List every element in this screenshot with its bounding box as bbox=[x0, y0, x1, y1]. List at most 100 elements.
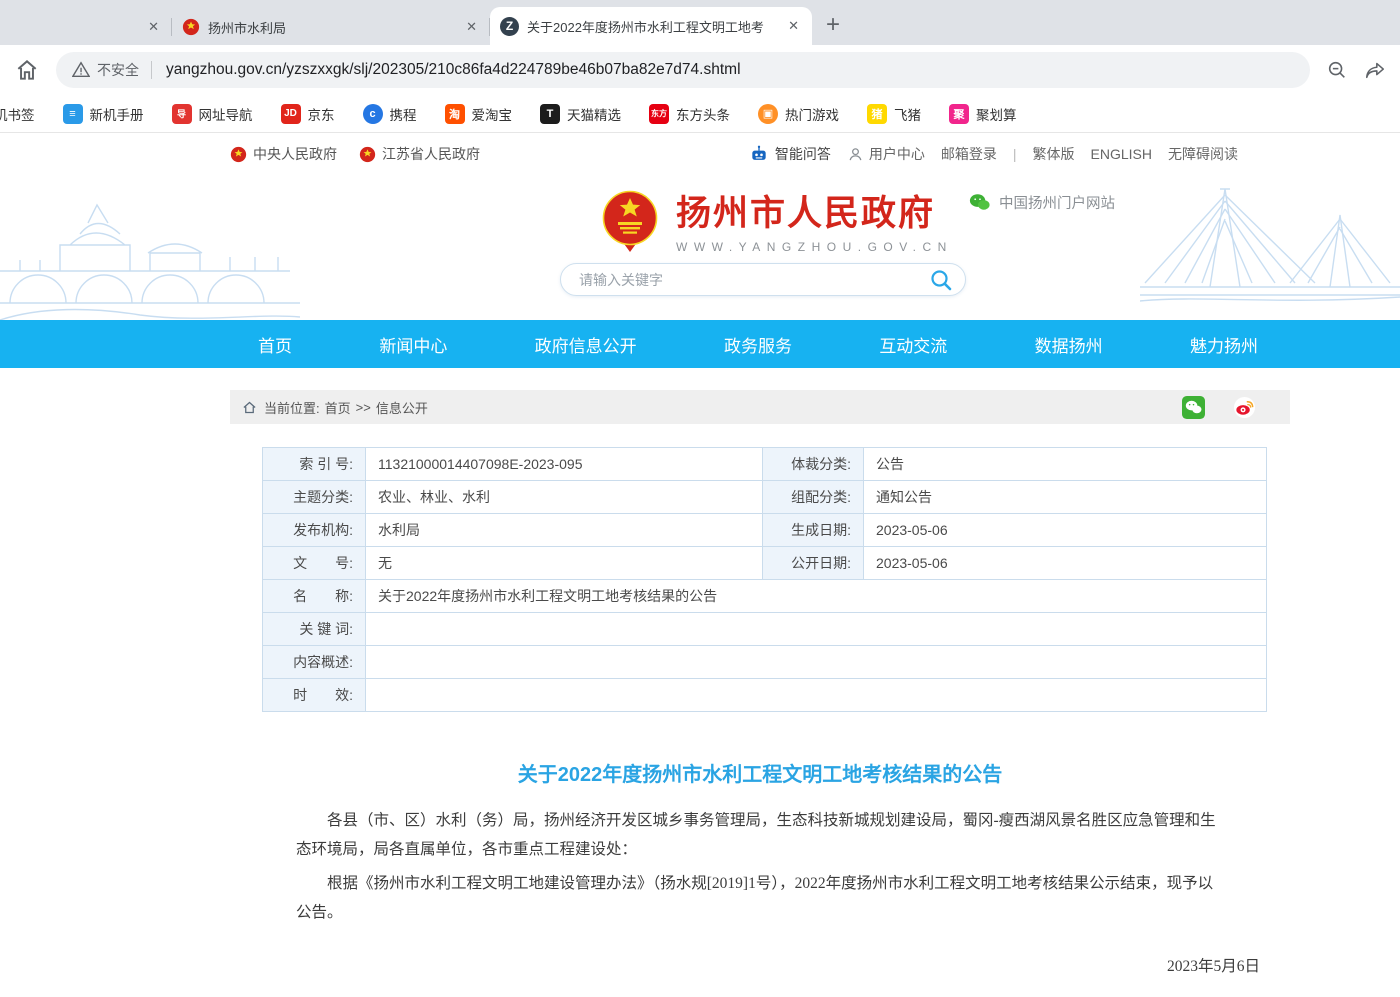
bookmark-label: 东方头条 bbox=[676, 104, 730, 124]
new-tab-button[interactable]: + bbox=[826, 11, 840, 39]
table-row: 时 效: bbox=[263, 679, 1267, 712]
bookmark-item[interactable]: T 天猫精选 bbox=[526, 104, 635, 124]
table-row: 文 号: 无 公开日期: 2023-05-06 bbox=[263, 547, 1267, 580]
breadcrumb-home-link[interactable]: 首页 bbox=[325, 398, 351, 417]
portal-label[interactable]: 中国扬州门户网站 bbox=[968, 191, 1115, 214]
nav-site-icon: 导 bbox=[172, 104, 192, 124]
bridge-sketch-left bbox=[0, 175, 300, 320]
url-text[interactable]: yangzhou.gov.cn/yzszxxgk/slj/202305/210c… bbox=[166, 61, 741, 79]
central-gov-label: 中央人民政府 bbox=[253, 144, 337, 164]
bookmark-item[interactable]: 猪 飞猪 bbox=[853, 104, 935, 124]
close-tab-icon[interactable]: ✕ bbox=[785, 18, 802, 34]
central-gov-link[interactable]: 中央人民政府 bbox=[230, 144, 337, 164]
national-emblem-logo bbox=[598, 188, 662, 252]
site-logo[interactable]: 扬州市人民政府 WWW.YANGZHOU.GOV.CN bbox=[598, 185, 953, 254]
article-body: 各县（市、区）水利（务）局，扬州经济开发区城乡事务管理局，生态科技新城规划建设局… bbox=[296, 807, 1228, 928]
english-link[interactable]: ENGLISH bbox=[1091, 146, 1152, 162]
bookmark-item[interactable]: 淘 爱淘宝 bbox=[431, 104, 527, 124]
security-label[interactable]: 不安全 bbox=[97, 60, 139, 80]
share-icon[interactable] bbox=[1364, 59, 1386, 81]
weibo-share-icon[interactable] bbox=[1233, 396, 1256, 419]
bookmark-item[interactable]: ≡ 新机手册 bbox=[49, 104, 158, 124]
nav-services[interactable]: 政务服务 bbox=[724, 332, 792, 357]
national-emblem-favicon bbox=[182, 18, 200, 36]
wechat-share-icon[interactable] bbox=[1182, 396, 1205, 419]
zoom-out-icon[interactable] bbox=[1326, 59, 1348, 81]
games-icon: ▣ bbox=[758, 104, 778, 124]
table-row: 主题分类: 农业、林业、水利 组配分类: 通知公告 bbox=[263, 481, 1267, 514]
table-row: 发布机构: 水利局 生成日期: 2023-05-06 bbox=[263, 514, 1267, 547]
bookmark-item[interactable]: ▣ 热门游戏 bbox=[744, 104, 853, 124]
table-row: 索 引 号: 11321000014407098E-2023-095 体裁分类:… bbox=[263, 448, 1267, 481]
nav-charm[interactable]: 魅力扬州 bbox=[1190, 332, 1258, 357]
nav-info-disclosure[interactable]: 政府信息公开 bbox=[535, 332, 637, 357]
bridge-sketch-right bbox=[1140, 175, 1400, 320]
main-nav: 首页 新闻中心 政府信息公开 政务服务 互动交流 数据扬州 魅力扬州 bbox=[0, 320, 1400, 368]
tab-water-bureau[interactable]: 扬州市水利局 ✕ bbox=[172, 9, 490, 45]
wechat-icon bbox=[968, 191, 991, 214]
user-center-link[interactable]: 用户中心 bbox=[847, 144, 925, 164]
browser-tab-strip: ✕ 扬州市水利局 ✕ Z 关于2022年度扬州市水利工程文明工地考 ✕ + bbox=[0, 0, 1400, 45]
meta-label: 主题分类: bbox=[263, 481, 366, 514]
bookmark-item[interactable]: 机书签 bbox=[0, 104, 49, 124]
meta-value-created-date: 2023-05-06 bbox=[864, 514, 1267, 547]
nav-news[interactable]: 新闻中心 bbox=[379, 332, 447, 357]
bookmark-label: 新机手册 bbox=[90, 104, 144, 124]
mail-login-link[interactable]: 邮箱登录 bbox=[941, 144, 997, 164]
browser-toolbar: 不安全 yangzhou.gov.cn/yzszxxgk/slj/202305/… bbox=[0, 45, 1400, 95]
bookmark-label: 聚划算 bbox=[976, 104, 1017, 124]
search-box[interactable] bbox=[560, 263, 966, 296]
home-small-icon[interactable] bbox=[242, 400, 257, 415]
tmall-icon: T bbox=[540, 104, 560, 124]
breadcrumb-prefix: 当前位置: bbox=[264, 398, 320, 417]
bookmarks-bar: 机书签 ≡ 新机手册 导 网址导航 JD 京东 c 携程 淘 爱淘宝 T 天猫精… bbox=[0, 95, 1400, 133]
user-icon bbox=[847, 146, 864, 163]
taobao-icon: 淘 bbox=[445, 104, 465, 124]
bookmark-item[interactable]: 东方 东方头条 bbox=[635, 104, 744, 124]
manual-icon: ≡ bbox=[63, 104, 83, 124]
divider: | bbox=[1013, 146, 1017, 162]
address-bar[interactable]: 不安全 yangzhou.gov.cn/yzszxxgk/slj/202305/… bbox=[56, 52, 1310, 88]
jiangsu-gov-link[interactable]: 江苏省人民政府 bbox=[359, 144, 480, 164]
search-icon[interactable] bbox=[929, 268, 953, 292]
close-tab-icon[interactable]: ✕ bbox=[463, 19, 480, 35]
accessibility-link[interactable]: 无障碍阅读 bbox=[1168, 144, 1238, 164]
tab-title: 关于2022年度扬州市水利工程文明工地考 bbox=[527, 17, 777, 36]
user-center-label: 用户中心 bbox=[869, 144, 925, 164]
meta-value-publisher: 水利局 bbox=[366, 514, 763, 547]
ctrip-icon: c bbox=[363, 104, 383, 124]
nav-data[interactable]: 数据扬州 bbox=[1035, 332, 1103, 357]
smart-qa-link[interactable]: 智能问答 bbox=[749, 144, 831, 164]
bookmark-item[interactable]: c 携程 bbox=[349, 104, 431, 124]
bookmark-item[interactable]: 导 网址导航 bbox=[158, 104, 267, 124]
bookmark-label: 天猫精选 bbox=[567, 104, 621, 124]
robot-icon bbox=[749, 144, 769, 164]
bookmark-label: 机书签 bbox=[0, 104, 35, 124]
nav-home[interactable]: 首页 bbox=[258, 332, 292, 357]
document-meta-table: 索 引 号: 11321000014407098E-2023-095 体裁分类:… bbox=[262, 447, 1267, 712]
traditional-link[interactable]: 繁体版 bbox=[1033, 144, 1075, 164]
fliggy-icon: 猪 bbox=[867, 104, 887, 124]
meta-label: 公开日期: bbox=[763, 547, 864, 580]
article-paragraph: 各县（市、区）水利（务）局，扬州经济开发区城乡事务管理局，生态科技新城规划建设局… bbox=[296, 807, 1228, 864]
page-content: 当前位置: 首页 >> 信息公开 索 引 号: bbox=[230, 368, 1290, 997]
breadcrumb-section-link[interactable]: 信息公开 bbox=[376, 398, 428, 417]
tab-active-announcement[interactable]: Z 关于2022年度扬州市水利工程文明工地考 ✕ bbox=[490, 7, 812, 45]
site-name: 扬州市人民政府 bbox=[676, 185, 953, 236]
bookmark-label: 飞猪 bbox=[894, 104, 921, 124]
close-tab-icon[interactable]: ✕ bbox=[145, 19, 162, 35]
tab-partial[interactable]: ✕ bbox=[0, 9, 172, 45]
omnibox-divider bbox=[151, 61, 152, 79]
eastday-icon: 东方 bbox=[649, 104, 669, 124]
meta-label: 发布机构: bbox=[263, 514, 366, 547]
meta-label: 体裁分类: bbox=[763, 448, 864, 481]
search-input[interactable] bbox=[579, 272, 929, 288]
bookmark-label: 爱淘宝 bbox=[472, 104, 513, 124]
site-url: WWW.YANGZHOU.GOV.CN bbox=[676, 240, 953, 254]
bookmark-item[interactable]: JD 京东 bbox=[267, 104, 349, 124]
nav-interaction[interactable]: 互动交流 bbox=[879, 332, 947, 357]
meta-value-validity bbox=[366, 679, 1267, 712]
home-icon[interactable] bbox=[14, 57, 40, 83]
meta-label: 名 称: bbox=[263, 580, 366, 613]
bookmark-item[interactable]: 聚 聚划算 bbox=[935, 104, 1031, 124]
